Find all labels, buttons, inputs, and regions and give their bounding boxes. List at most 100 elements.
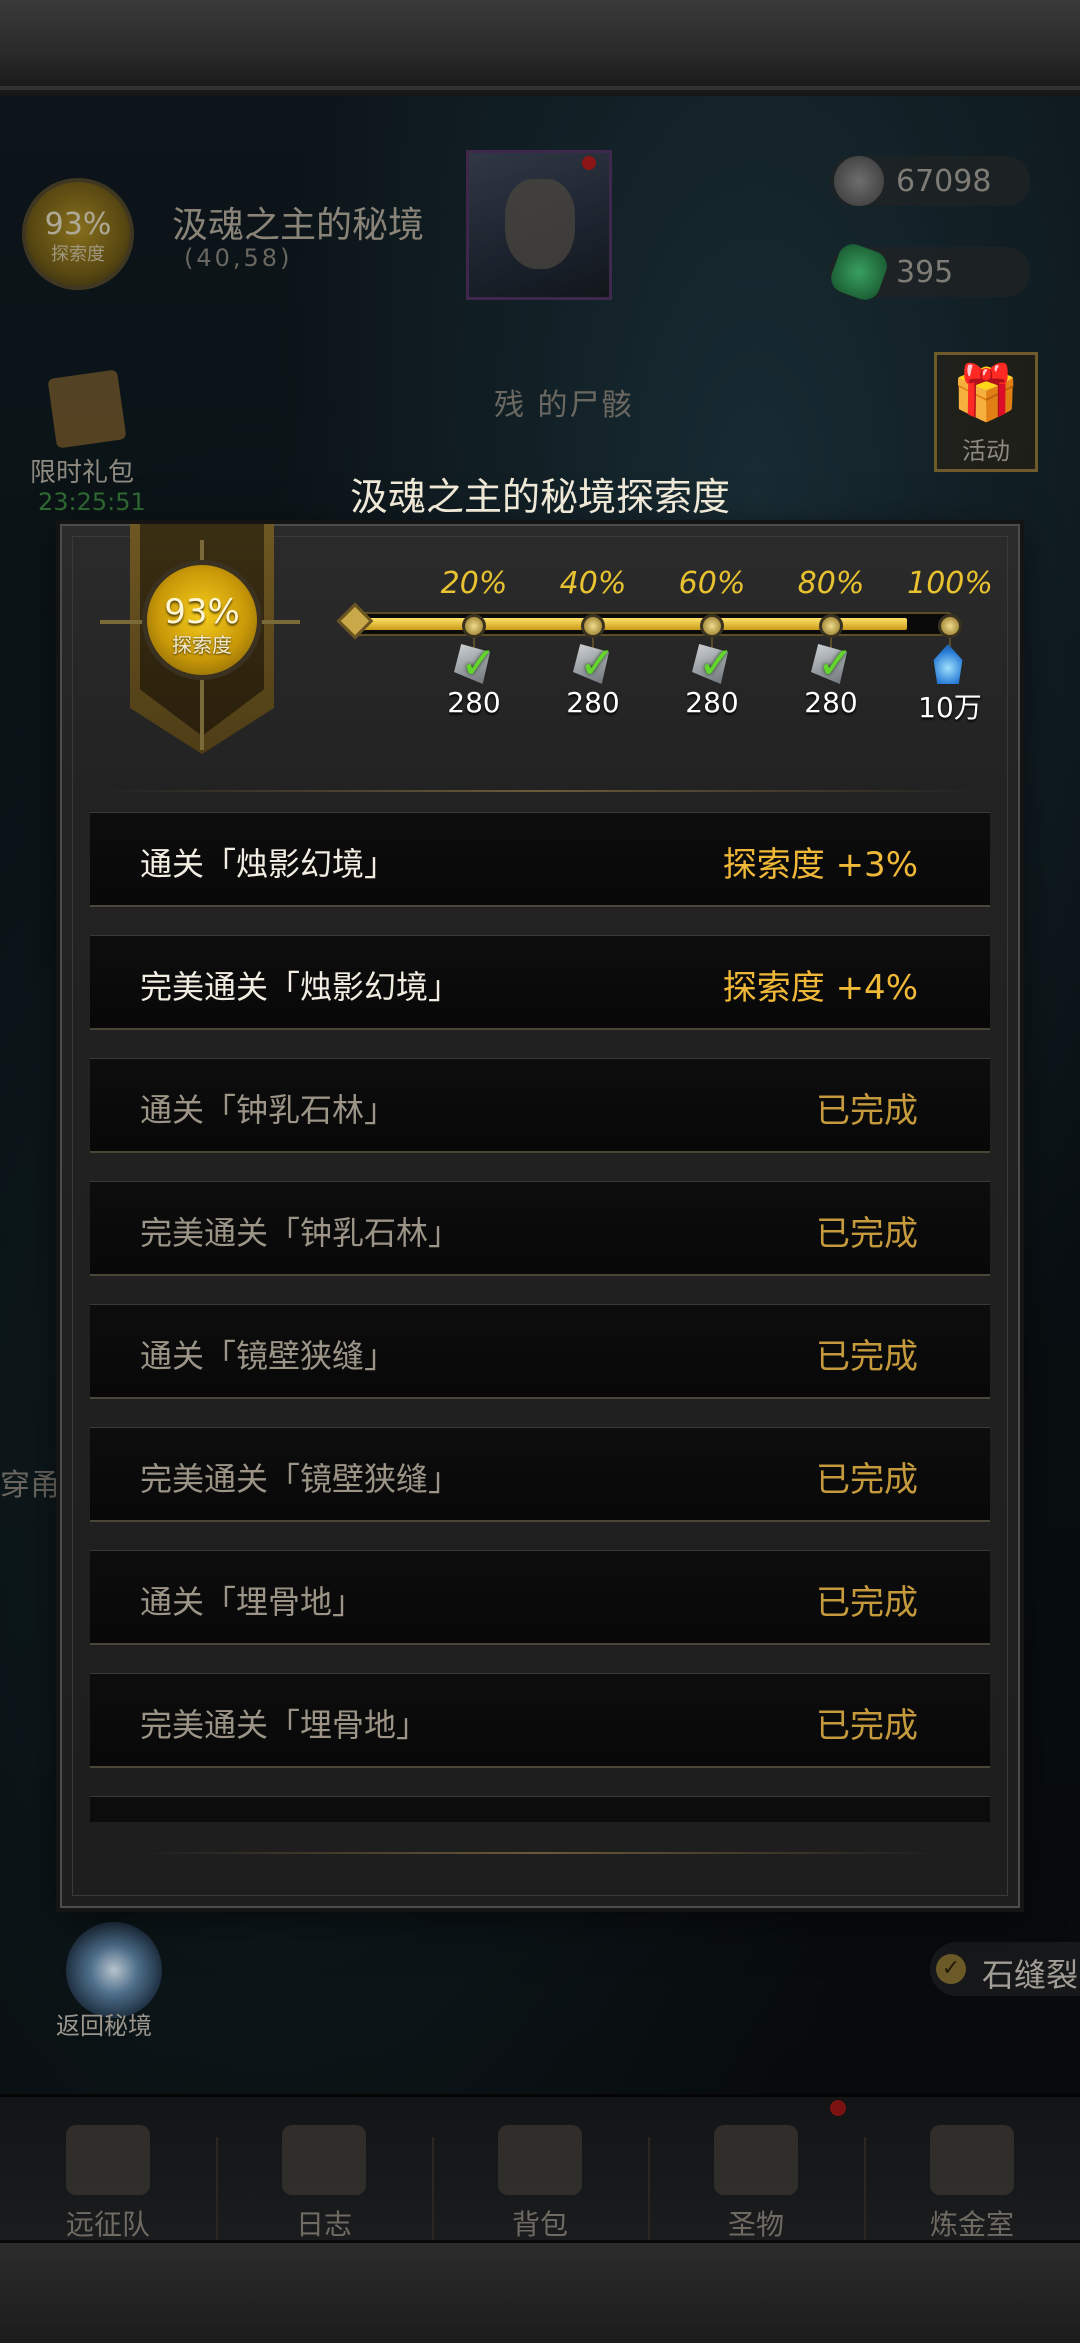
activity-button[interactable]: 🎁 活动 — [934, 352, 1038, 472]
check-icon: ✓ — [817, 638, 854, 689]
explore-percent: 93% — [44, 207, 112, 242]
nav-backpack[interactable]: 背包 — [432, 2117, 648, 2257]
task-row[interactable]: 通关「钟乳石林」 已完成 — [90, 1058, 990, 1153]
exploration-label: 探索度 — [172, 633, 232, 657]
gift-icon: 🎁 — [952, 361, 1020, 424]
task-status: 已完成 — [816, 1091, 918, 1131]
explore-label: 探索度 — [51, 244, 105, 265]
milestone-node — [462, 614, 486, 638]
nav-label: 圣物 — [727, 2208, 784, 2241]
milestone-node — [700, 614, 724, 638]
torch-icon — [714, 2125, 798, 2195]
milestone-3[interactable]: 60% ✓ 280 — [652, 566, 772, 719]
nav-label: 炼金室 — [929, 2208, 1014, 2241]
milestone-reward[interactable] — [920, 638, 980, 694]
task-status: 已完成 — [816, 1214, 918, 1254]
task-title: 通关「埋骨地」 — [140, 1583, 365, 1621]
zone-coords: (40,58) — [184, 244, 293, 272]
notification-dot — [582, 156, 596, 170]
divider — [140, 1852, 940, 1854]
zone-name: 汲魂之主的秘境 — [172, 205, 425, 246]
quest-tracker-label: 石缝裂 — [982, 1956, 1079, 1994]
resource-ore-value: 67098 — [896, 164, 992, 199]
task-title: 完美通关「镜壁狭缝」 — [140, 1460, 461, 1498]
resource-ore[interactable]: 67098 — [830, 156, 1030, 206]
scroll-icon — [282, 2125, 366, 2195]
milestone-reward[interactable]: ✓ — [801, 638, 861, 694]
milestone-1[interactable]: 20% ✓ 280 — [414, 566, 534, 719]
resource-emerald-value: 395 — [896, 255, 954, 290]
explore-progress-badge[interactable]: 93% 探索度 — [22, 178, 134, 290]
task-row[interactable]: 通关「已完成 — [90, 1796, 990, 1822]
notification-dot — [830, 2100, 846, 2116]
milestone-node — [938, 614, 962, 638]
task-status: 已完成 — [816, 1706, 918, 1746]
resource-emerald[interactable]: 395 — [826, 239, 1030, 305]
backpack-icon — [498, 2125, 582, 2195]
milestone-percent: 60% — [678, 566, 746, 601]
task-title: 通关「钟乳石林」 — [140, 1091, 397, 1129]
nav-label: 日志 — [295, 2208, 352, 2241]
hero-portrait[interactable] — [466, 150, 612, 300]
top-frame — [0, 0, 1080, 99]
nav-journal[interactable]: 日志 — [216, 2117, 432, 2257]
task-list[interactable]: 通关「烛影幻境」 探索度 +3% 完美通关「烛影幻境」 探索度 +4% 通关「钟乳石林」… — [90, 812, 990, 1822]
task-title: 完美通关「钟乳石林」 — [140, 1214, 461, 1252]
alchemy-icon — [930, 2125, 1014, 2195]
exploration-percent: 93% — [164, 592, 240, 632]
milestone-2[interactable]: 40% ✓ 280 — [533, 566, 653, 719]
nav-label: 远征队 — [65, 2208, 150, 2241]
milestone-reward[interactable]: ✓ — [444, 638, 504, 694]
milestone-percent: 100% — [907, 566, 993, 601]
milestone-percent: 80% — [797, 566, 865, 601]
task-title: 通关「烛影幻境」 — [140, 845, 397, 883]
task-title: 完美通关「烛影幻境」 — [140, 968, 461, 1006]
check-icon: ✓ — [579, 638, 616, 689]
nav-label: 背包 — [511, 2208, 568, 2241]
activity-label: 活动 — [962, 437, 1010, 465]
milestone-reward[interactable]: ✓ — [682, 638, 742, 694]
nav-alchemy[interactable]: 炼金室 — [864, 2117, 1080, 2257]
check-icon: ✓ — [460, 638, 497, 689]
check-icon: ✓ — [698, 638, 735, 689]
task-row[interactable]: 通关「烛影幻境」 探索度 +3% — [90, 812, 990, 907]
task-status: 已完成 — [816, 1583, 918, 1623]
check-icon: ✓ — [936, 1954, 966, 1984]
task-status: 探索度 +4% — [722, 968, 918, 1008]
milestone-percent: 20% — [440, 566, 508, 601]
task-status: 探索度 +3% — [722, 845, 918, 885]
milestone-reward[interactable]: ✓ — [563, 638, 623, 694]
helmet-icon — [66, 2125, 150, 2195]
task-row[interactable]: 通关「镜壁狭缝」 已完成 — [90, 1304, 990, 1399]
return-label[interactable]: 返回秘境 — [56, 2006, 152, 2041]
task-title: 完美通关「埋骨地」 — [140, 1706, 429, 1744]
popup-title: 汲魂之主的秘境探索度 — [349, 475, 730, 519]
task-status: 已完成 — [816, 1337, 918, 1377]
divider — [100, 790, 980, 792]
exploration-badge: 93% 探索度 — [142, 560, 262, 680]
task-row[interactable]: 完美通关「烛影幻境」 探索度 +4% — [90, 935, 990, 1030]
task-status: 已完成 — [816, 1460, 918, 1500]
task-row[interactable]: 完美通关「钟乳石林」 已完成 — [90, 1181, 990, 1276]
blue-flame-icon — [933, 644, 963, 684]
portal-icon[interactable] — [66, 1922, 162, 2018]
ore-icon — [834, 156, 884, 206]
milestone-5[interactable]: 100% 10万 — [890, 566, 1010, 726]
side-location-label: 穿甬 — [0, 1468, 60, 1503]
hero-face — [505, 179, 575, 269]
task-row[interactable]: 通关「埋骨地」 已完成 — [90, 1550, 990, 1645]
task-row[interactable]: 完美通关「埋骨地」 已完成 — [90, 1673, 990, 1768]
corpse-label: 残 的尸骸 — [494, 388, 634, 423]
milestone-node — [581, 614, 605, 638]
task-title: 通关「镜壁狭缝」 — [140, 1337, 397, 1375]
nav-relics[interactable]: 圣物 — [648, 2117, 864, 2257]
milestone-4[interactable]: 80% ✓ 280 — [771, 566, 891, 719]
milestone-percent: 40% — [559, 566, 627, 601]
gift-box-icon[interactable] — [47, 369, 127, 449]
nav-expedition[interactable]: 远征队 — [0, 2117, 216, 2257]
bottom-frame — [0, 2240, 1080, 2343]
milestone-node — [819, 614, 843, 638]
list-fade — [90, 1822, 990, 1852]
task-row[interactable]: 完美通关「镜壁狭缝」 已完成 — [90, 1427, 990, 1522]
quest-tracker[interactable]: ✓ 石缝裂 — [930, 1942, 1080, 1996]
